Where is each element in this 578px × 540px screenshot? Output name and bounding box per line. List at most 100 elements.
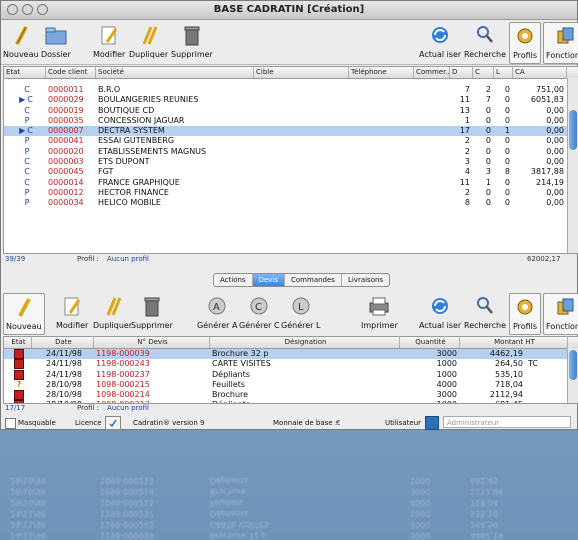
col-devis-num[interactable]: N° Devis (94, 337, 210, 348)
licence-button[interactable] (105, 416, 121, 430)
folder-button[interactable]: Dossier (41, 22, 71, 59)
client-row[interactable]: P 0000012 HECTOR FINANCE 2 0 0 0,00 (4, 188, 578, 198)
clients-scrollbar[interactable] (567, 78, 578, 253)
client-row[interactable]: ▶ C 0000029 BOULANGERIES REUNIES 11 7 0 6051,83 (4, 95, 578, 105)
client-cell-telephone (349, 167, 414, 177)
reflection-cell: 718,04 (470, 498, 498, 507)
title-bar[interactable]: BASE CADRATIN [Création] (1, 1, 577, 20)
devis-row[interactable]: 28/10/98 1098-000214 Brochure 3000 2112,94 (4, 390, 578, 401)
col-devis-date[interactable]: Date (32, 337, 94, 348)
devis-profil-value[interactable]: Aucun profil (107, 404, 149, 412)
user-icon[interactable] (425, 416, 439, 430)
col-devis-montant[interactable]: Montant HT (460, 337, 568, 348)
generate-a-button[interactable]: A Générer A (197, 293, 237, 330)
tab-livraisons[interactable]: Livraisons (342, 274, 389, 286)
client-row[interactable]: P 0000020 ETABLISSEMENTS MAGNUS 2 0 0 0,00 (4, 147, 578, 157)
reflection-row: 28/10/98 1098-000215 Feuillets 4000 718,04 (10, 496, 568, 507)
devis-profiles-button[interactable]: Profils (509, 293, 541, 335)
devis-cell-designation: Dépliants (210, 400, 400, 403)
client-cell-code: 0000014 (48, 177, 84, 187)
devis-header: Etat Date N° Devis Désignation Quantité … (4, 337, 578, 349)
client-row[interactable]: C 0000019 BOUTIQUE CD 13 0 0 0,00 (4, 106, 578, 116)
profiles-label: Profils (512, 51, 538, 60)
tab-actions[interactable]: Actions (214, 274, 253, 286)
licence-label: Licence (75, 419, 102, 427)
profiles-button[interactable]: Profils (509, 22, 541, 64)
print-button[interactable]: Imprimer (361, 293, 398, 330)
client-flag: ▶ (19, 126, 26, 136)
devis-row[interactable]: ? 28/10/98 1098-000215 Feuillets 4000 718,04 (4, 380, 578, 390)
generate-l-button[interactable]: L Générer L (281, 293, 320, 330)
col-etat[interactable]: Etat (4, 67, 46, 78)
col-code-client[interactable]: Code client (46, 67, 96, 78)
col-c[interactable]: C (473, 67, 494, 78)
client-row[interactable]: P 0000035 CONCESSION JAGUAR 1 0 0 0,00 (4, 116, 578, 126)
reflection-cell: CARTE VISITES (210, 520, 269, 529)
devis-modify-button[interactable]: Modifier (56, 293, 88, 330)
delete-button[interactable]: Supprimer (171, 22, 213, 59)
tab-commandes[interactable]: Commandes (285, 274, 342, 286)
new-button[interactable]: Nouveau (3, 22, 39, 59)
devis-search-button[interactable]: Recherche (464, 293, 506, 330)
devis-refresh-button[interactable]: Actual iser (419, 293, 461, 330)
col-cible[interactable]: Cible (254, 67, 349, 78)
clients-table: Etat Code client Société Cible Téléphone… (3, 66, 578, 254)
duplicate-button[interactable]: Dupliquer (129, 22, 168, 59)
devis-new-button[interactable]: Nouveau (3, 293, 45, 335)
functions-button[interactable]: Fonctions (543, 22, 578, 64)
edit-document-icon (101, 26, 118, 45)
generate-c-button[interactable]: C Générer C (239, 293, 280, 330)
window-title: BASE CADRATIN [Création] (213, 4, 365, 15)
devis-cell-etat: ? (4, 380, 32, 390)
col-telephone[interactable]: Téléphone (349, 67, 414, 78)
devis-scrollbar[interactable] (567, 348, 578, 403)
devis-row[interactable]: 24/11/98 1198-000039 Brochure 32 p 3000 4462… (4, 349, 578, 360)
tab-devis[interactable]: Devis (252, 274, 286, 286)
devis-row[interactable]: 24/11/98 1198-000243 CARTE VISITES 1000 264,… (4, 359, 578, 370)
refresh-button[interactable]: Actual iser (419, 22, 461, 59)
clients-count: 39/39 (5, 255, 26, 263)
reflection-cell: 535,10 (470, 509, 498, 518)
col-l[interactable]: L (494, 67, 513, 78)
client-flag: ▶ (19, 95, 26, 105)
col-devis-quantite[interactable]: Quantité (400, 337, 460, 348)
client-row[interactable]: C 0000014 FRANCE GRAPHIQUE 11 1 0 214,19 (4, 178, 578, 188)
masquable-label: Masquable (18, 419, 56, 427)
reflection-cell: 1198-000237 (100, 509, 154, 518)
client-row[interactable]: P 0000041 ESSAI GUTENBERG 2 0 0 0,00 (4, 136, 578, 146)
modify-button[interactable]: Modifier (93, 22, 125, 59)
reflection-cell: 28/10/98 (10, 476, 46, 485)
col-devis-etat[interactable]: Etat (4, 337, 32, 348)
client-row[interactable]: P 0000034 HELICO MOBILE 8 0 0 0,00 (4, 198, 578, 208)
devis-delete-button[interactable]: Supprimer (131, 293, 173, 330)
col-societe[interactable]: Société (96, 67, 254, 78)
devis-cell-montant: 4462,19 (489, 349, 523, 358)
client-cell-code: 0000003 (48, 157, 84, 167)
reflection-cell: 24/11/98 (10, 531, 46, 540)
version-label: Cadratin® version 9 (133, 419, 205, 427)
devis-cell-extra (526, 349, 568, 359)
clients-scroll-thumb[interactable] (569, 110, 577, 150)
search-button[interactable]: Recherche (464, 22, 506, 59)
client-row[interactable]: C 0000045 FGT 4 3 8 3817,88 (4, 167, 578, 177)
col-devis-designation[interactable]: Désignation (210, 337, 400, 348)
devis-scroll-thumb[interactable] (569, 350, 577, 380)
col-commercial[interactable]: Commer... (414, 67, 450, 78)
devis-duplicate-button[interactable]: Dupliquer (93, 293, 132, 330)
devis-cell-montant: 264,50 (495, 359, 523, 369)
masquable-checkbox[interactable] (5, 417, 16, 429)
client-cell-societe: ETABLISSEMENTS MAGNUS (98, 146, 207, 156)
duplicate-label: Dupliquer (129, 50, 169, 59)
client-cell-telephone (349, 188, 414, 198)
client-row[interactable]: C 0000003 ETS DUPONT 3 0 0 0,00 (4, 157, 578, 167)
utilisateur-field[interactable]: Administrateur (443, 416, 571, 428)
clients-profil-value[interactable]: Aucun profil (107, 255, 149, 263)
refresh-icon (432, 298, 449, 314)
client-row[interactable]: C 0000011 B.R.O 7 2 0 751,00 (4, 85, 578, 95)
devis-row[interactable]: 24/11/98 1198-000237 Dépliants 1000 535,10 (4, 369, 578, 380)
client-row[interactable]: ▶ C 0000007 DECTRA SYSTEM 17 0 1 0,00 (4, 126, 578, 137)
client-cell-d: 7 (464, 85, 470, 94)
devis-functions-button[interactable]: Fonctions (543, 293, 578, 335)
col-ca[interactable]: CA (513, 67, 567, 78)
col-d[interactable]: D (450, 67, 473, 78)
